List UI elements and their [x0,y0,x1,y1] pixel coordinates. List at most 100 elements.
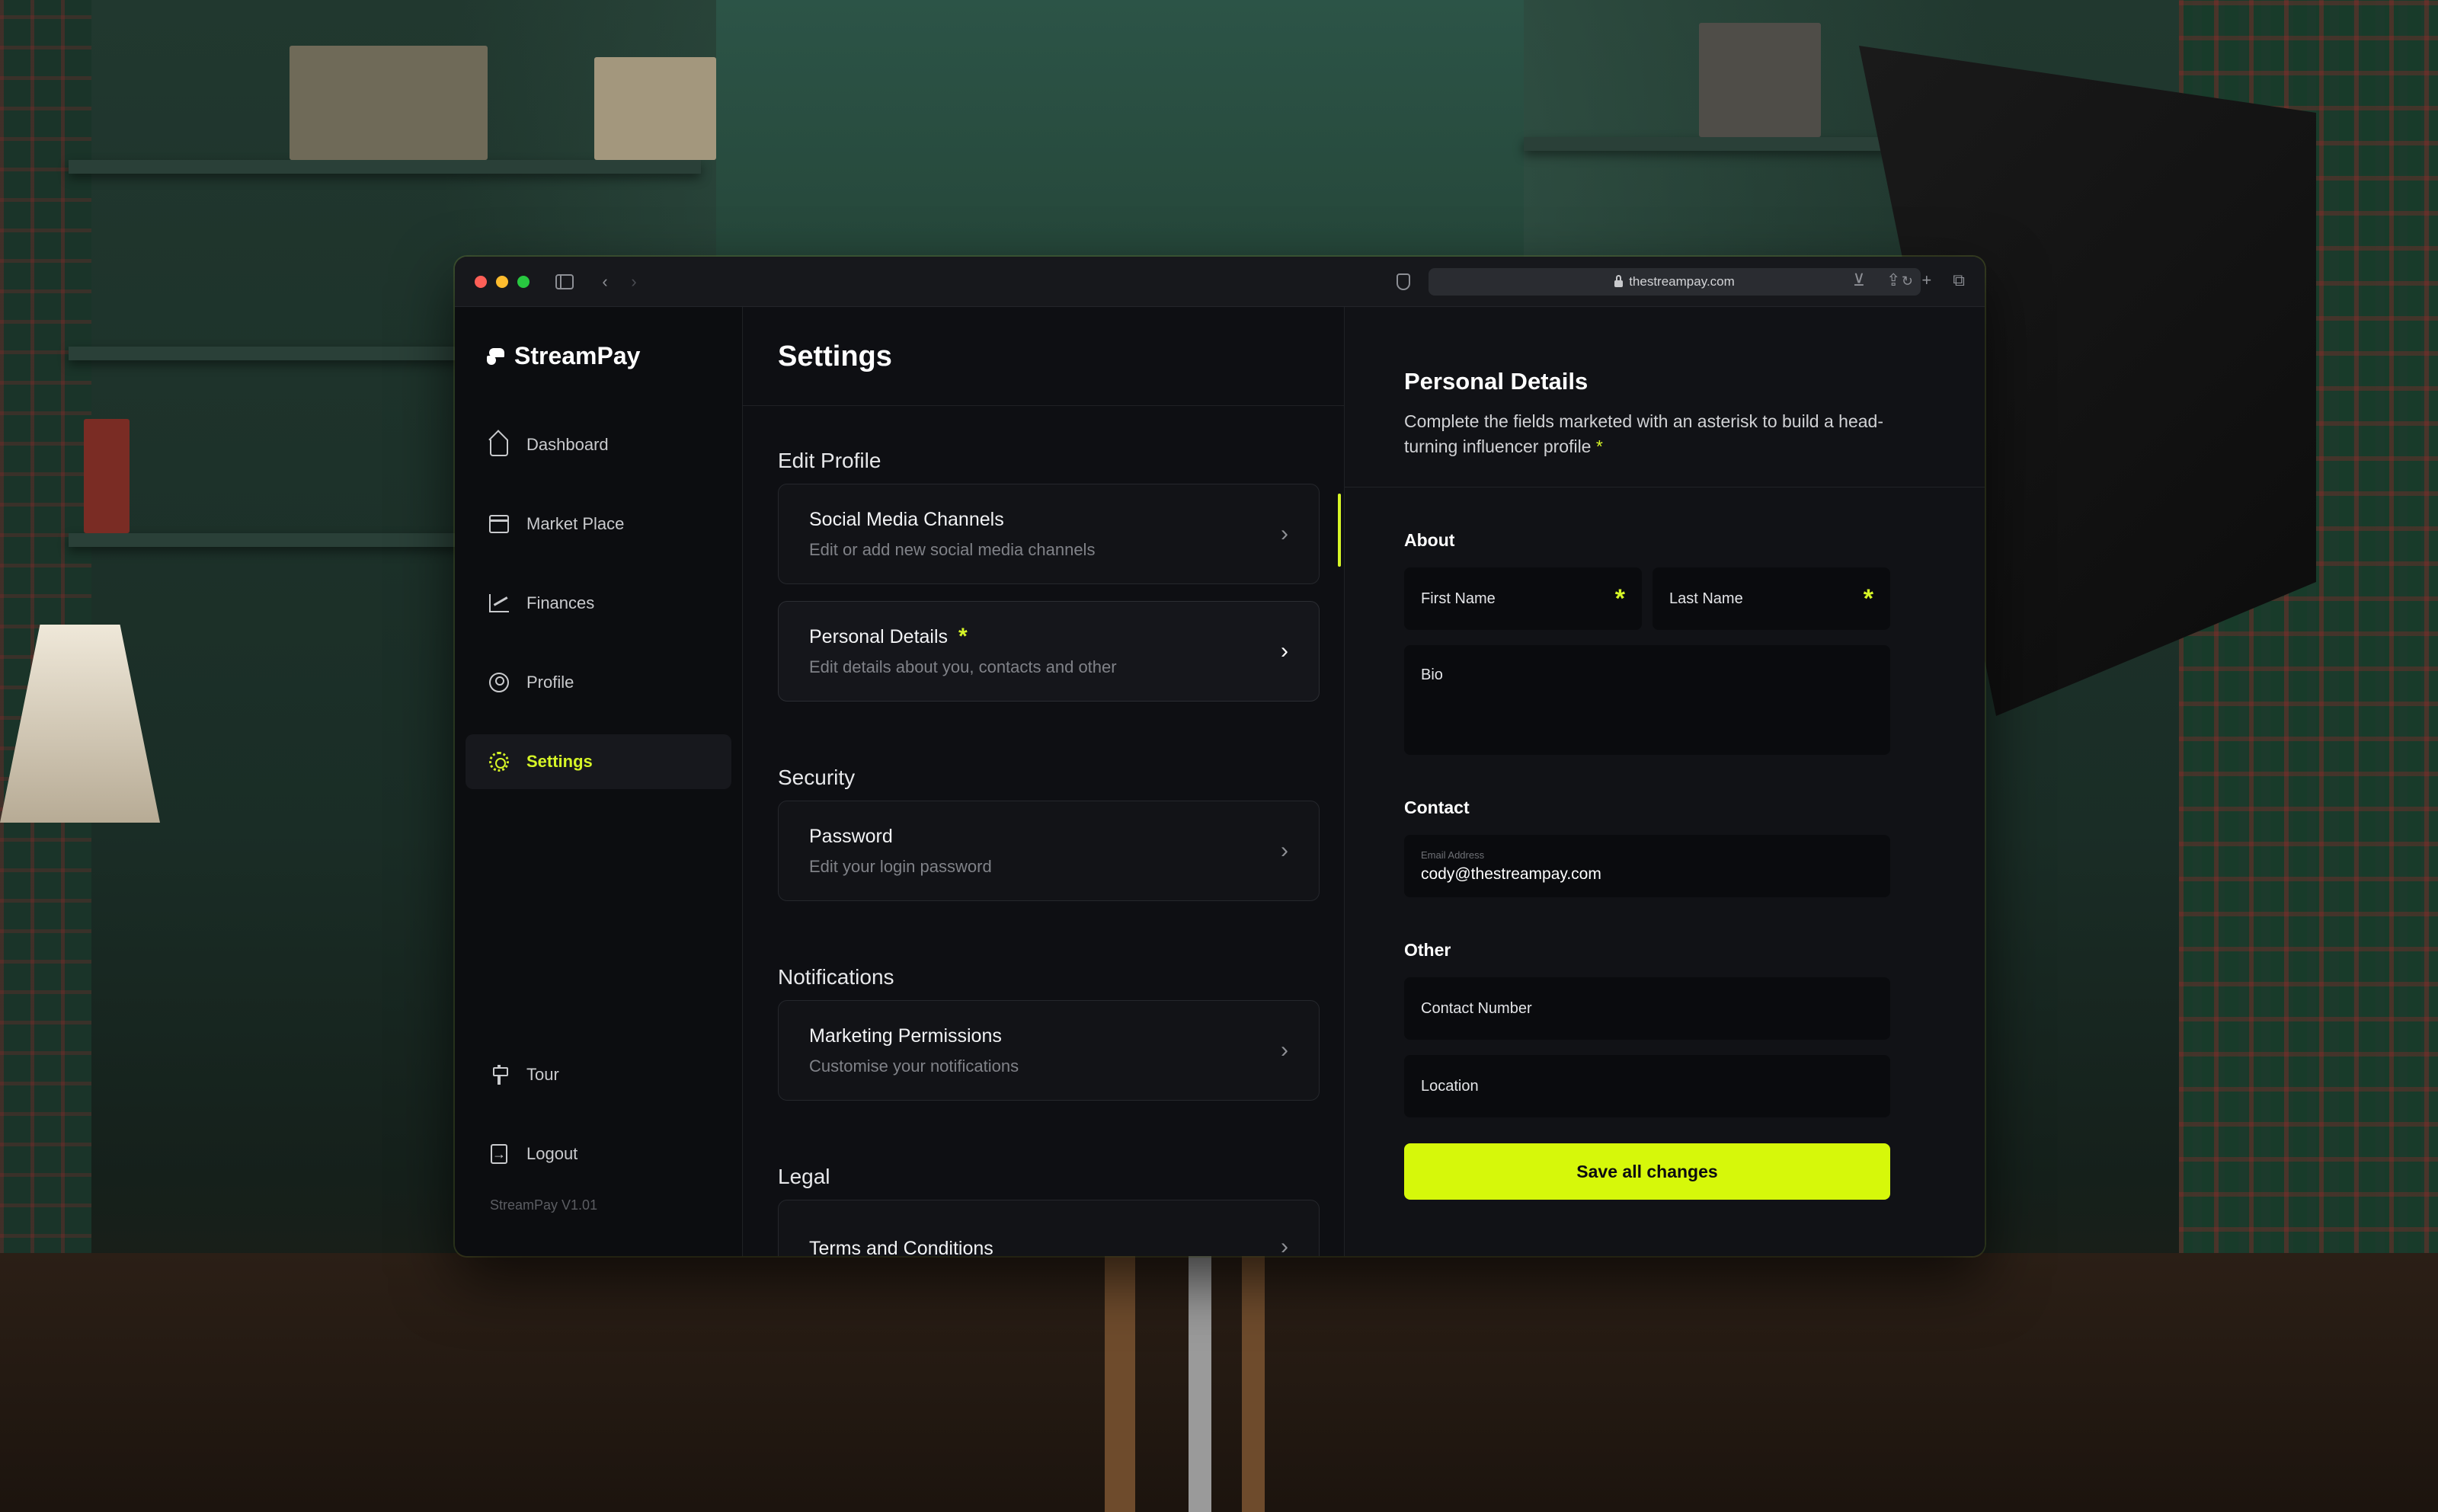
sidebar-item-label: Settings [526,752,593,771]
section-heading-notifications: Notifications [778,965,894,989]
background-books [84,419,130,533]
home-icon [488,434,510,456]
group-heading-about: About [1404,530,1455,550]
required-asterisk-icon: * [1863,583,1873,613]
sidebar-item-label: Tour [526,1065,559,1084]
background-books [290,46,488,160]
browser-window: ‹ › thestreampay.com ↻ ⊻ ⇪ + ⧉ StreamPay… [455,257,1985,1256]
signpost-icon [488,1064,510,1085]
background-shelf [69,533,465,547]
settings-card-social-media[interactable]: Social Media Channels Edit or add new so… [778,484,1320,584]
card-title: Password [809,825,893,847]
url-text: thestreampay.com [1629,274,1735,289]
email-value: cody@thestreampay.com [1421,865,1601,883]
chevron-right-icon: › [1281,1234,1288,1256]
background-shelf [1524,137,1889,151]
card-title: Personal Details * [809,624,968,649]
location-field[interactable]: Location [1404,1055,1890,1117]
back-icon[interactable]: ‹ [595,272,615,292]
card-title: Social Media Channels [809,508,1004,530]
chevron-right-icon: › [1281,521,1288,546]
sidebar-item-label: Finances [526,593,595,612]
sidebar-item-dashboard[interactable]: Dashboard [466,417,731,472]
sidebar-item-logout[interactable]: Logout [466,1127,731,1181]
window-controls [475,275,530,288]
sidebar-item-profile[interactable]: Profile [466,655,731,710]
group-heading-contact: Contact [1404,798,1470,817]
card-subtitle: Edit your login password [809,856,992,876]
personal-details-panel: Personal Details Complete the fields mar… [1345,307,1985,1256]
background-books [594,57,716,160]
sidebar-item-settings[interactable]: Settings [466,734,731,789]
store-icon [488,513,510,535]
sidebar-item-finances[interactable]: Finances [466,576,731,631]
required-asterisk-icon: * [1595,436,1603,456]
settings-card-marketing-permissions[interactable]: Marketing Permissions Customise your not… [778,1000,1320,1101]
browser-toolbar: ‹ › thestreampay.com ↻ ⊻ ⇪ + ⧉ [455,257,1985,307]
last-name-placeholder: Last Name [1669,590,1743,607]
sidebar-item-label: Market Place [526,514,625,533]
contact-number-placeholder: Contact Number [1421,999,1532,1017]
brand-name: StreamPay [514,342,641,369]
email-label: Email Address [1421,849,1485,861]
chart-icon [488,593,510,614]
sidebar-item-tour[interactable]: Tour [466,1047,731,1102]
close-window-button[interactable] [475,275,487,288]
download-icon[interactable]: ⊻ [1853,270,1865,290]
section-heading-edit-profile: Edit Profile [778,449,881,472]
maximize-window-button[interactable] [517,275,530,288]
main-nav: Dashboard Market Place Finances Profile … [466,417,731,789]
forward-icon[interactable]: › [624,272,644,292]
settings-panel: Settings Edit Profile Social Media Chann… [743,307,1345,1256]
contact-number-field[interactable]: Contact Number [1404,977,1890,1040]
brand-logo[interactable]: StreamPay [487,342,731,370]
sidebar-item-label: Dashboard [526,435,609,454]
email-field[interactable]: Email Address cody@thestreampay.com [1404,835,1890,897]
section-heading-security: Security [778,766,856,789]
name-row: First Name * Last Name * [1404,567,1985,630]
chevron-right-icon: › [1281,1037,1288,1063]
privacy-shield-icon[interactable] [1397,273,1410,290]
required-asterisk-icon: * [1614,583,1625,613]
address-bar[interactable]: thestreampay.com ↻ [1429,268,1921,296]
last-name-field[interactable]: Last Name * [1653,567,1890,630]
save-all-changes-button[interactable]: Save all changes [1404,1143,1890,1200]
panel-title: Personal Details [1404,368,1589,395]
lock-icon [1614,275,1624,287]
sidebar-bottom: Tour Logout [466,1047,731,1206]
logout-icon [488,1143,510,1165]
page-title: Settings [743,307,1344,406]
sidebar-toggle-icon[interactable] [555,273,574,289]
sidebar-item-market-place[interactable]: Market Place [466,497,731,551]
group-heading-other: Other [1404,940,1451,960]
bio-field[interactable]: Bio [1404,645,1890,755]
chevron-right-icon: › [1281,838,1288,863]
first-name-placeholder: First Name [1421,590,1496,607]
scroll-indicator[interactable] [1338,494,1341,567]
user-icon [488,672,510,693]
panel-description: Complete the fields marketed with an ast… [1404,411,1883,456]
gear-icon [488,751,510,772]
tabs-overview-icon[interactable]: ⧉ [1953,270,1965,290]
share-icon[interactable]: ⇪ [1886,270,1900,290]
settings-card-password[interactable]: Password Edit your login password › [778,801,1320,901]
required-asterisk-icon: * [958,624,968,649]
settings-card-personal-details[interactable]: Personal Details * Edit details about yo… [778,601,1320,702]
settings-card-terms[interactable]: Terms and Conditions › [778,1200,1320,1256]
card-subtitle: Customise your notifications [809,1056,1019,1076]
location-placeholder: Location [1421,1077,1479,1095]
card-subtitle: Edit details about you, contacts and oth… [809,657,1117,676]
card-title: Terms and Conditions [809,1238,993,1256]
section-heading-legal: Legal [778,1165,830,1188]
browser-actions: ⊻ ⇪ + ⧉ [1853,270,1965,290]
sidebar: StreamPay Dashboard Market Place Finance… [455,307,743,1256]
background-shelf [69,347,465,360]
streampay-logo-icon [487,347,507,366]
app: StreamPay Dashboard Market Place Finance… [455,307,1985,1256]
minimize-window-button[interactable] [496,275,508,288]
first-name-field[interactable]: First Name * [1404,567,1642,630]
card-subtitle: Edit or add new social media channels [809,539,1096,559]
bio-placeholder: Bio [1421,666,1443,683]
app-version: StreamPay V1.01 [490,1197,598,1213]
new-tab-icon[interactable]: + [1921,270,1931,290]
